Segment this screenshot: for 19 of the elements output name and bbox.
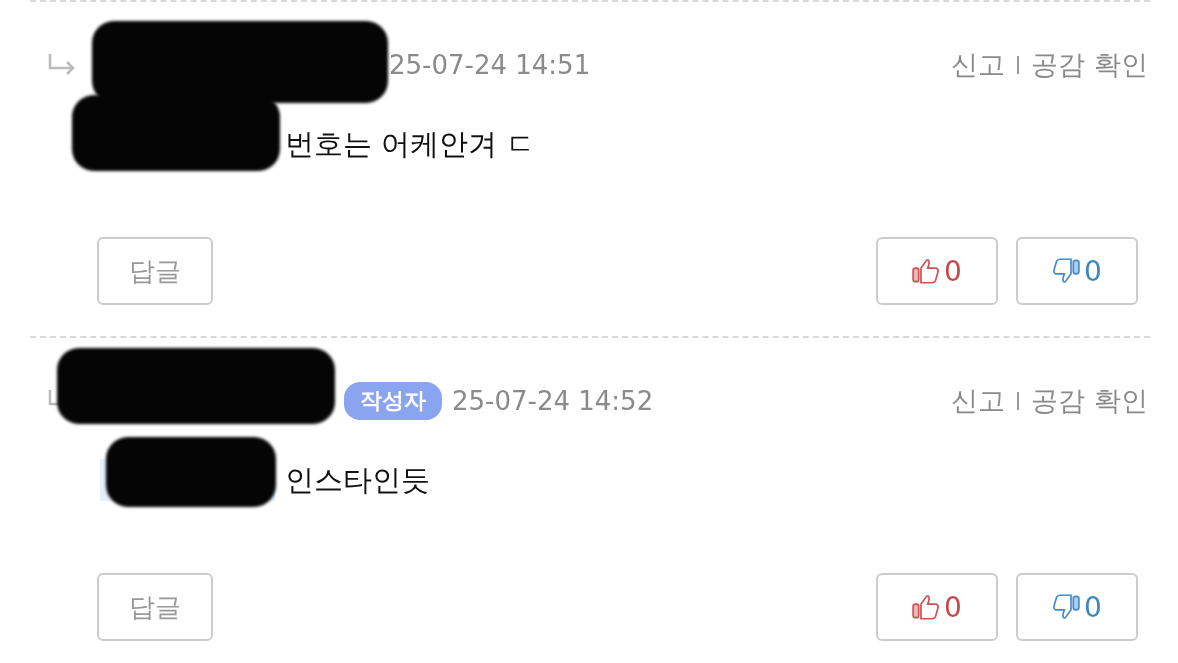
comment-text: 인스타인듯 [285, 462, 430, 499]
dislike-button[interactable]: 0 [1016, 237, 1138, 305]
like-button[interactable]: 0 [876, 237, 998, 305]
thumbs-up-icon [912, 593, 941, 621]
report-link[interactable]: 신고 [951, 383, 1006, 419]
report-link[interactable]: 신고 [951, 47, 1006, 83]
comment-date: 25-07-24 14:52 [452, 386, 654, 416]
comment-date: 25-07-24 14:51 [389, 50, 591, 80]
thumbs-down-icon [1052, 257, 1081, 285]
thumbs-down-icon [1052, 593, 1081, 621]
dislike-button[interactable]: 0 [1016, 573, 1138, 641]
reply-button[interactable]: 답글 [97, 237, 213, 305]
author-badge: 작성자 [344, 382, 442, 420]
likes-link[interactable]: 공감 확인 [1031, 383, 1148, 419]
reply-button[interactable]: 답글 [97, 573, 213, 641]
thumbs-up-icon [912, 257, 941, 285]
comment-text: 번호는 어케안겨 ㄷ [285, 126, 536, 163]
likes-link[interactable]: 공감 확인 [1031, 47, 1148, 83]
like-button[interactable]: 0 [876, 573, 998, 641]
